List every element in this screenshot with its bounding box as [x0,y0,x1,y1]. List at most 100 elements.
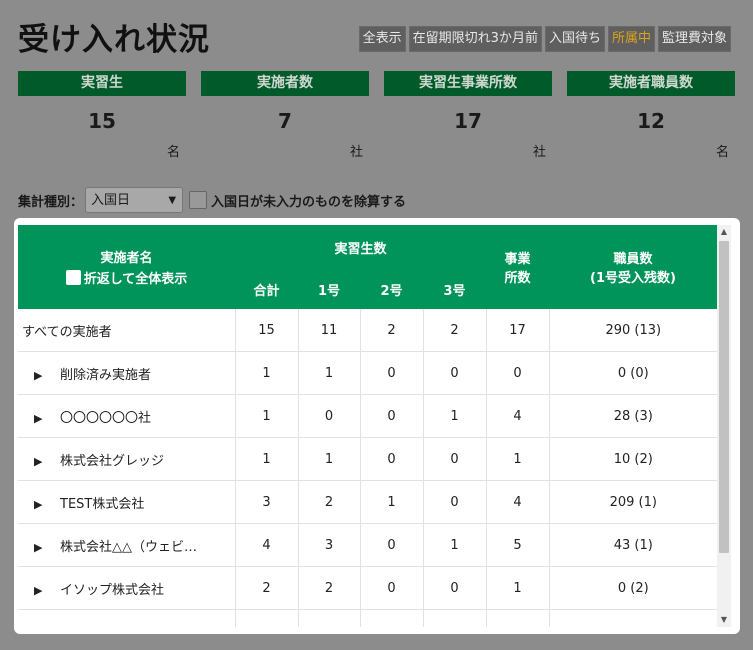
scroll-down-icon[interactable]: ▼ [717,613,731,627]
table-row: すべての実施者 15 11 2 2 17 290 (13) [18,309,717,352]
column-header-total: 合計 [235,269,298,309]
cell-no3: 1 [423,523,487,567]
cell-no2: 0 [360,566,424,610]
implementer-name-cell: ▶ 株式会社グレッジ [18,437,236,481]
cell-offices: 4 [486,480,550,524]
cell-offices: 5 [486,523,550,567]
cell-no1: 2 [298,480,361,524]
filter-affiliated-button[interactable]: 所属中 [607,26,655,52]
cell-staff: 0 (2) [549,566,717,610]
implementer-name-cell: ▶ 株式会社△△（ウェビ… [18,523,236,567]
cell-no1: 2 [298,566,361,610]
table-row[interactable]: ▶ イソップ株式会社 2 2 0 0 1 0 (2) [18,566,717,610]
column-header-no3: 3号 [423,269,487,309]
cell-no2: 0 [360,523,424,567]
cell-no1: 3 [298,523,361,567]
stat-card-unit: 社 [349,145,363,160]
implementer-name[interactable]: 〇〇〇〇〇〇社 [60,411,151,426]
cell-staff: 28 (3) [549,394,717,438]
cell-no3: 0 [423,566,487,610]
cell-no3: 0 [423,480,487,524]
cell-staff: 43 (1) [549,523,717,567]
implementer-name[interactable]: 株式会社△△（ウェビ… [60,540,197,555]
exclude-missing-label: 入国日が未入力のものを除算する [211,194,407,210]
cell-no1 [298,609,361,627]
chevron-down-icon: ▼ [168,195,177,206]
cell-no2 [360,609,424,627]
implementer-name-cell: ▶ 〇〇〇〇〇〇社 [18,394,236,438]
column-header-trainees: 実習生数 [235,225,487,269]
collapse-checkbox[interactable] [65,270,81,285]
table-row[interactable]: ▶ 株式会社グレッジ 1 1 0 0 1 10 (2) [18,437,717,481]
expand-triangle-icon[interactable]: ▶ [22,584,60,597]
cell-offices: 1 [486,566,550,610]
table-row[interactable]: ▶ 削除済み実施者 1 1 0 0 0 0 (0) [18,351,717,395]
cell-total: 1 [235,394,299,438]
stat-card-unit: 名 [166,145,180,160]
cell-offices: 1 [486,437,550,481]
collapse-label: 折返して全体表示 [83,272,188,287]
filter-expiry-button[interactable]: 在留期限切れ3か月前 [408,26,542,52]
cell-total: 3 [235,480,299,524]
cell-no2: 0 [360,437,424,481]
implementer-name-cell: すべての実施者 [18,309,236,352]
stat-card-trainees: 実習生 15 名 [18,71,186,166]
column-header-name-label: 実施者名 [100,251,153,266]
filter-all-button[interactable]: 全表示 [358,26,406,52]
table-row[interactable]: ▶ 〇〇〇〇〇〇社 1 0 0 1 4 28 (3) [18,394,717,438]
table-row[interactable]: ▶ TEST株式会社 3 2 1 0 4 209 (1) [18,480,717,524]
cell-staff: 290 (13) [549,309,717,352]
cell-staff: 0 (0) [549,351,717,395]
scroll-up-icon[interactable]: ▲ [717,225,731,239]
implementer-name[interactable]: 株式会社グレッジ [60,454,164,469]
cell-no2: 0 [360,394,424,438]
cell-no3: 0 [423,351,487,395]
table-row[interactable]: ▶ 株式会社△△（ウェビ… 4 3 0 1 5 43 (1) [18,523,717,567]
column-header-offices: 事業 所数 [486,225,550,309]
table-scroll-area[interactable]: 実施者名 折返して全体表示 実習生数 事業 所数 職員数 (1号受入残数) 合計… [18,225,717,627]
page-title: 受け入れ状況 [18,22,210,58]
implementer-name[interactable]: TEST株式会社 [60,497,144,512]
summary-table-panel: 実施者名 折返して全体表示 実習生数 事業 所数 職員数 (1号受入残数) 合計… [14,218,740,634]
stat-card-unit: 社 [532,145,546,160]
stat-card-staff: 実施者職員数 12 名 [567,71,735,166]
stat-card-label: 実施者数 [201,71,369,96]
column-header-name: 実施者名 折返して全体表示 [18,225,235,309]
expand-triangle-icon[interactable]: ▶ [22,541,60,554]
vertical-scrollbar[interactable]: ▲ ▼ [717,225,731,627]
cell-no1: 1 [298,351,361,395]
cell-staff: 209 (1) [549,480,717,524]
cell-total [235,609,299,627]
aggregation-select[interactable]: 入国日 ▼ [85,187,184,213]
cell-no3: 2 [423,309,487,352]
filter-buttons: 全表示 在留期限切れ3か月前 入国待ち 所属中 監理費対象 [358,26,731,52]
column-header-no2: 2号 [360,269,423,309]
cell-offices: 17 [486,309,550,352]
cell-no2: 2 [360,309,424,352]
cell-offices: 4 [486,394,550,438]
expand-triangle-icon[interactable]: ▶ [22,498,60,511]
cell-total: 15 [235,309,299,352]
implementer-name[interactable]: 削除済み実施者 [60,368,151,383]
expand-triangle-icon[interactable]: ▶ [22,455,60,468]
implementer-name[interactable]: イソップ株式会社 [60,583,164,598]
exclude-missing-checkbox[interactable] [189,191,208,209]
cell-no2: 0 [360,351,424,395]
cell-no2: 1 [360,480,424,524]
cell-no3 [423,609,487,627]
cell-offices [486,609,550,627]
cell-total: 2 [235,566,299,610]
stat-card-value: 17 [454,109,482,133]
stat-card-label: 実施者職員数 [567,71,735,96]
scrollbar-thumb[interactable] [719,241,729,553]
filter-fee-target-button[interactable]: 監理費対象 [657,26,731,52]
expand-triangle-icon[interactable]: ▶ [22,412,60,425]
stat-card-label: 実習生 [18,71,186,96]
cell-no1: 0 [298,394,361,438]
implementer-name-cell: ▶ イソップ株式会社 [18,566,236,610]
filter-waiting-entry-button[interactable]: 入国待ち [544,26,605,52]
cell-no3: 0 [423,437,487,481]
expand-triangle-icon[interactable]: ▶ [22,369,60,382]
cell-total: 4 [235,523,299,567]
cell-total: 1 [235,437,299,481]
